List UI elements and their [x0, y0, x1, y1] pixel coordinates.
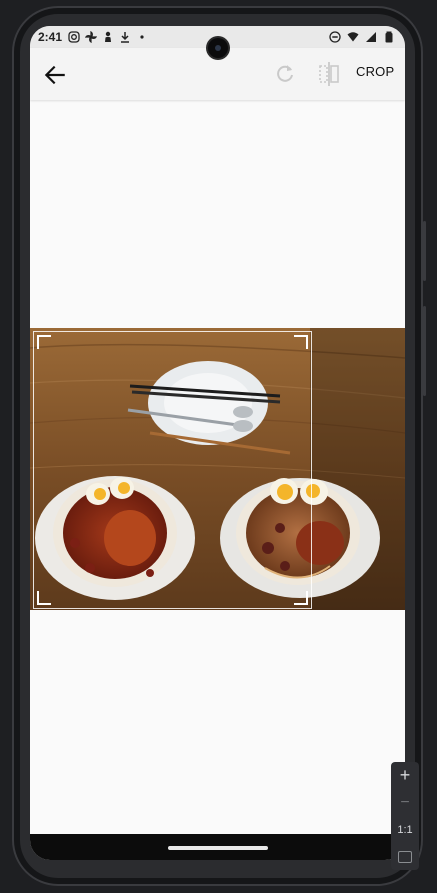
pinwheel-icon	[85, 31, 98, 43]
zoom-ratio-button[interactable]: 1:1	[391, 816, 419, 843]
zoom-out-button[interactable]: −	[391, 789, 419, 816]
power-button	[423, 221, 426, 281]
phone-screen: 2:41 CROP	[30, 26, 405, 860]
do-not-disturb-icon	[329, 31, 341, 43]
home-gesture-pill[interactable]	[168, 846, 268, 850]
instagram-icon	[68, 31, 80, 43]
battery-icon	[385, 31, 393, 43]
crop-handle-top-right[interactable]	[294, 335, 308, 349]
signal-icon	[366, 32, 376, 42]
crop-handle-bottom-right[interactable]	[294, 591, 308, 605]
arrow-back-icon[interactable]	[42, 62, 68, 88]
wifi-icon	[347, 32, 359, 42]
navigation-bar	[30, 834, 405, 860]
front-camera	[208, 38, 228, 58]
emulator-zoom-panel: + − 1:1	[391, 762, 419, 870]
crop-handle-bottom-left[interactable]	[37, 591, 51, 605]
person-icon	[105, 31, 112, 42]
volume-button	[423, 306, 426, 396]
download-icon	[121, 32, 130, 43]
fit-screen-icon	[398, 850, 412, 863]
flip-icon[interactable]	[317, 61, 341, 87]
status-time: 2:41	[38, 30, 63, 44]
zoom-in-button[interactable]: +	[391, 762, 419, 789]
crop-button[interactable]: CROP	[356, 64, 394, 79]
dot-icon	[140, 35, 144, 39]
crop-handle-top-left[interactable]	[37, 335, 51, 349]
crop-frame[interactable]	[33, 331, 312, 609]
rotate-icon[interactable]	[273, 62, 297, 86]
fit-screen-button[interactable]	[391, 843, 419, 870]
